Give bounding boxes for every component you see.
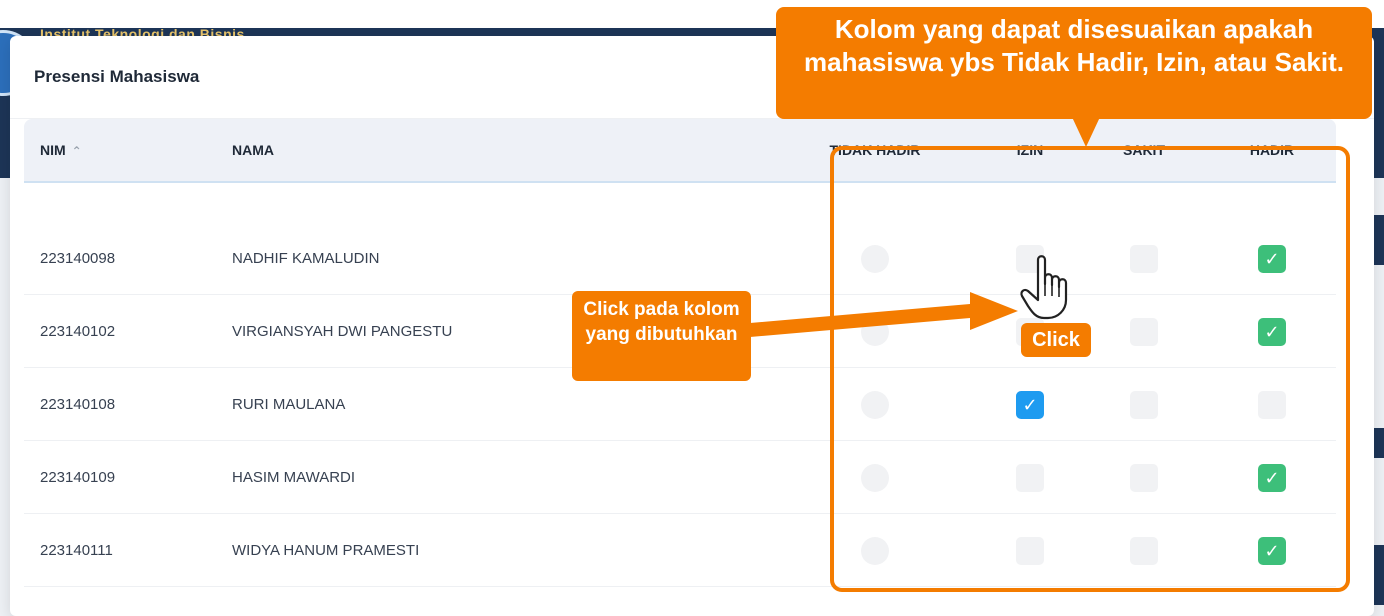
pointer-hand-icon xyxy=(1020,255,1068,320)
annotation-click-badge: Click xyxy=(1021,323,1091,357)
annotation-mid-callout: Click pada kolom yang dibutuhkan xyxy=(572,291,751,381)
